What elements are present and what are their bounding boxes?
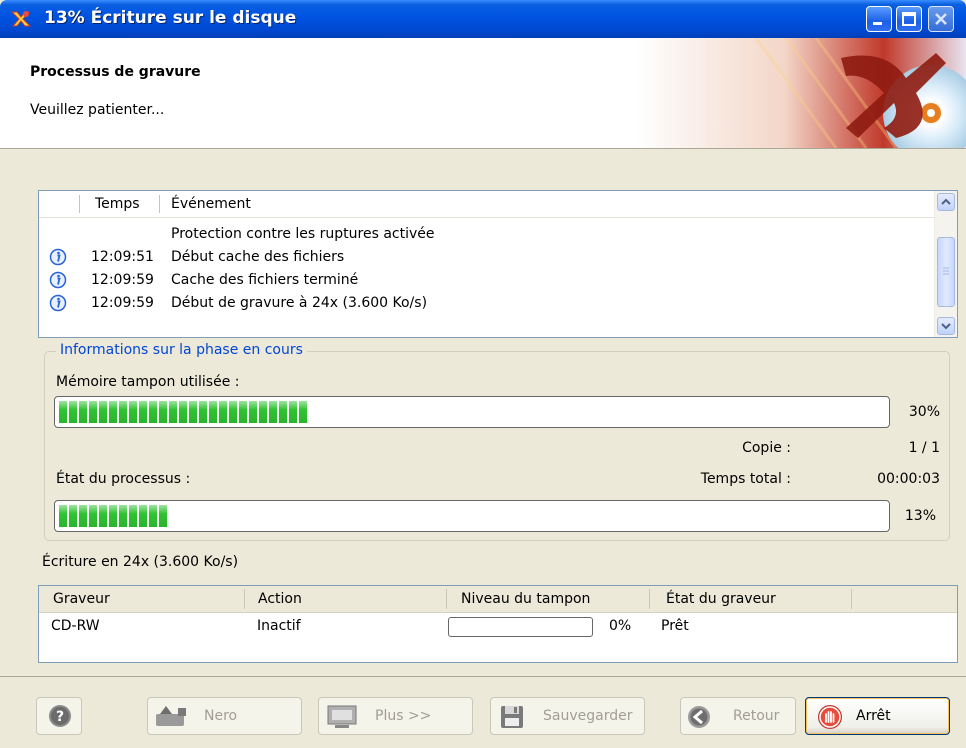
writer-name: CD-RW [51, 618, 100, 634]
column-header-action[interactable]: Action [258, 591, 302, 607]
writer-list-header: Graveur Action Niveau du tampon État du … [39, 586, 957, 613]
process-progress-bar [54, 500, 890, 532]
more-button-label: Plus >> [375, 708, 432, 724]
back-arrow-icon [688, 706, 710, 728]
writer-row[interactable]: CD-RW Inactif 0% Prêt [39, 615, 957, 639]
help-icon: ? [49, 705, 71, 727]
writer-list[interactable]: Graveur Action Niveau du tampon État du … [38, 585, 958, 663]
wizard-header: Processus de gravure Veuillez patienter.… [0, 38, 966, 149]
svg-text:?: ? [56, 709, 64, 725]
scroll-up-button[interactable] [937, 193, 955, 211]
column-separator[interactable] [649, 589, 650, 609]
stop-button[interactable]: Arrêt [805, 697, 950, 735]
save-button-label: Sauvegarder [543, 708, 633, 724]
column-separator[interactable] [244, 589, 245, 609]
total-time-value: 00:00:03 [877, 471, 940, 487]
window-title: 13% Écriture sur le disque [44, 8, 297, 28]
nero-button[interactable]: Nero [147, 697, 302, 735]
info-icon [49, 271, 67, 289]
column-separator[interactable] [79, 195, 80, 213]
maximize-button[interactable] [896, 6, 922, 32]
column-separator[interactable] [446, 589, 447, 609]
log-time: 12:09:59 [91, 272, 154, 288]
minimize-button[interactable] [866, 6, 892, 32]
log-scrollbar[interactable] [934, 191, 957, 337]
title-bar[interactable]: 13% Écriture sur le disque [0, 0, 966, 38]
header-title: Processus de gravure [30, 64, 201, 80]
chevron-up-icon [941, 198, 951, 205]
nero-logo-icon [636, 38, 966, 148]
floppy-disk-icon [501, 706, 523, 728]
scroll-down-button[interactable] [937, 317, 955, 335]
log-event: Début cache des fichiers [171, 249, 345, 265]
writer-buffer-bar [448, 617, 593, 637]
stop-button-label: Arrêt [856, 708, 891, 724]
process-label: État du processus : [56, 471, 191, 487]
process-percent: 13% [904, 508, 936, 524]
buffer-label: Mémoire tampon utilisée : [56, 374, 240, 390]
log-time: 12:09:59 [91, 295, 154, 311]
writer-state: Prêt [661, 618, 689, 634]
back-button[interactable]: Retour [680, 697, 796, 735]
back-button-label: Retour [733, 708, 780, 724]
column-header-event[interactable]: Événement [171, 196, 251, 212]
minimize-icon [873, 22, 882, 25]
total-time-label: Temps total : [700, 471, 791, 487]
process-progress-fill [59, 505, 169, 527]
event-log-list[interactable]: Temps Événement Protection contre les ru… [38, 190, 958, 338]
column-header-writer[interactable]: Graveur [53, 591, 110, 607]
log-event: Début de gravure à 24x (3.600 Ko/s) [171, 295, 428, 311]
more-button[interactable]: Plus >> [318, 697, 473, 735]
writer-buffer-percent: 0% [609, 618, 632, 634]
nero-button-label: Nero [204, 708, 238, 724]
log-event: Protection contre les ruptures activée [171, 226, 435, 242]
writer-action: Inactif [257, 618, 301, 634]
copy-label: Copie : [742, 440, 791, 456]
chevron-down-icon [941, 323, 951, 330]
copy-value: 1 / 1 [908, 440, 940, 456]
log-row[interactable]: 12:09:51 Début cache des fichiers [39, 247, 935, 270]
log-row[interactable]: 12:09:59 Début de gravure à 24x (3.600 K… [39, 293, 935, 316]
grip-icon [943, 267, 949, 275]
help-button[interactable]: ? [36, 697, 82, 735]
close-icon [935, 13, 947, 25]
header-subtitle: Veuillez patienter... [30, 102, 165, 118]
close-button[interactable] [928, 6, 954, 32]
column-header-buffer-level[interactable]: Niveau du tampon [461, 591, 590, 607]
burn-window: 13% Écriture sur le disque Processus de … [0, 0, 966, 748]
event-log-header: Temps Événement [39, 191, 935, 218]
info-icon [49, 248, 67, 266]
monitor-icon [327, 705, 357, 728]
footer-divider [0, 676, 966, 677]
column-header-writer-state[interactable]: État du graveur [666, 591, 776, 607]
save-button[interactable]: Sauvegarder [490, 697, 645, 735]
info-icon [49, 294, 67, 312]
log-event: Cache des fichiers terminé [171, 272, 359, 288]
log-row[interactable]: 12:09:59 Cache des fichiers terminé [39, 270, 935, 293]
column-separator[interactable] [159, 195, 160, 213]
nero-icon [156, 706, 186, 726]
stop-hand-icon [818, 705, 842, 729]
log-time: 12:09:51 [91, 249, 154, 265]
log-row[interactable]: Protection contre les ruptures activée [39, 224, 935, 247]
phase-info-legend: Informations sur la phase en cours [56, 342, 307, 358]
buffer-progress-fill [59, 401, 309, 423]
column-separator[interactable] [851, 589, 852, 609]
column-header-time[interactable]: Temps [95, 196, 140, 212]
write-speed-label: Écriture en 24x (3.600 Ko/s) [42, 554, 239, 570]
buffer-progress-bar [54, 396, 890, 428]
maximize-icon [902, 12, 916, 26]
nero-app-icon [10, 11, 32, 27]
buffer-percent: 30% [908, 404, 940, 420]
scroll-thumb[interactable] [937, 237, 955, 307]
